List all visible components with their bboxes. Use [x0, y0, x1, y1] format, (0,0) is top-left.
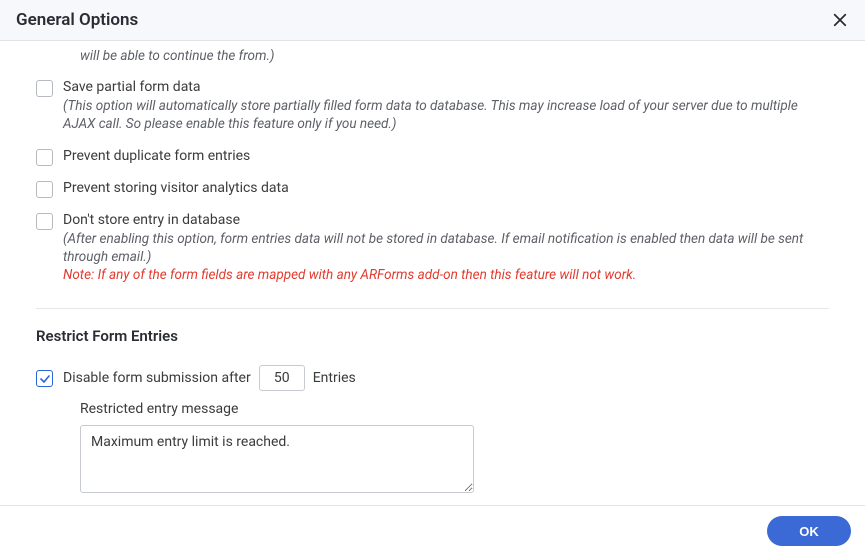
option-label: Don't store entry in database [63, 212, 829, 228]
option-disable-submission: Disable form submission after Entries [36, 365, 865, 391]
restricted-message-textarea[interactable] [80, 425, 474, 493]
checkbox-prevent-analytics[interactable] [36, 181, 53, 198]
option-prevent-duplicate: Prevent duplicate form entries [36, 148, 829, 166]
restrict-heading: Restrict Form Entries [36, 327, 865, 345]
disable-label-pre: Disable form submission after [63, 370, 251, 386]
modal-footer: OK [0, 505, 865, 558]
option-warning-note: Note: If any of the form fields are mapp… [63, 266, 829, 284]
checkbox-save-partial[interactable] [36, 80, 53, 97]
close-icon[interactable] [831, 11, 849, 29]
modal-body: will be able to continue the from.) Save… [0, 41, 865, 501]
modal-header: General Options [0, 0, 865, 41]
option-label: Prevent storing visitor analytics data [63, 180, 829, 196]
option-desc: (After enabling this option, form entrie… [63, 230, 829, 266]
disable-label-post: Entries [313, 370, 356, 386]
checkbox-dont-store[interactable] [36, 213, 53, 230]
option-desc: (This option will automatically store pa… [63, 97, 829, 133]
option-save-partial: Save partial form data (This option will… [36, 79, 829, 133]
option-label: Prevent duplicate form entries [63, 148, 829, 164]
option-dont-store: Don't store entry in database (After ena… [36, 212, 829, 285]
section-divider [36, 308, 829, 309]
entries-limit-input[interactable] [259, 365, 305, 391]
checkbox-prevent-duplicate[interactable] [36, 149, 53, 166]
option-label: Save partial form data [63, 79, 829, 95]
checkbox-disable-submission[interactable] [36, 370, 53, 387]
restricted-message-label: Restricted entry message [80, 401, 865, 417]
truncated-option-desc: will be able to continue the from.) [80, 47, 829, 65]
modal-title: General Options [16, 10, 138, 30]
ok-button[interactable]: OK [767, 516, 851, 546]
option-prevent-analytics: Prevent storing visitor analytics data [36, 180, 829, 198]
